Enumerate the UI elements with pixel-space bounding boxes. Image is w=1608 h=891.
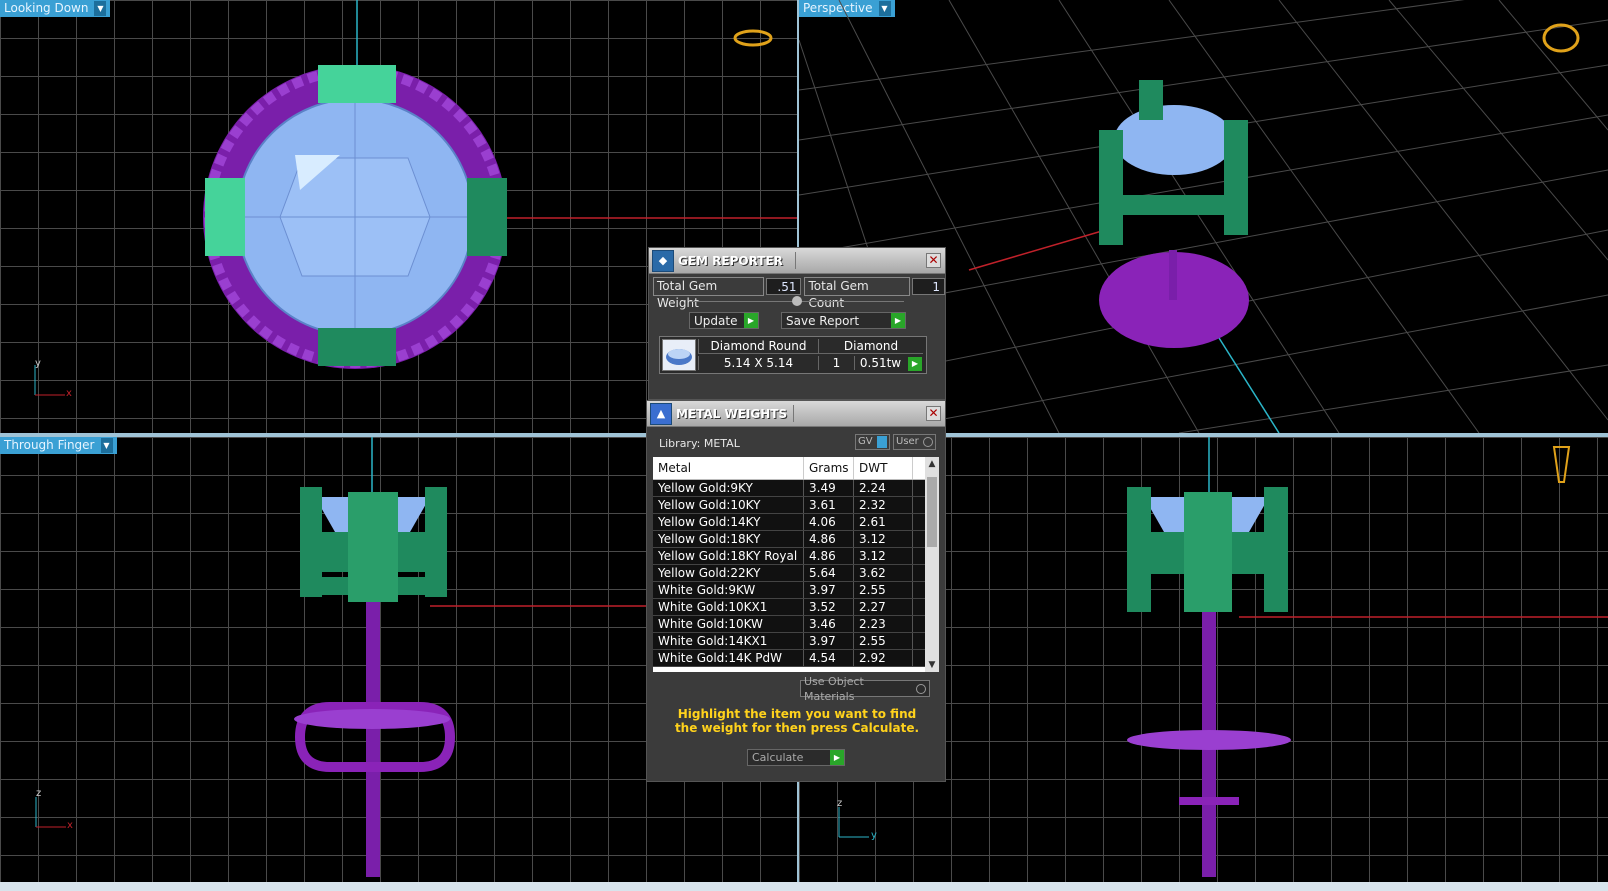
user-toggle[interactable]: User <box>893 434 936 450</box>
total-gem-count-field[interactable]: 1 <box>911 278 945 295</box>
table-header: Metal Grams DWT <box>653 457 939 480</box>
radio-icon <box>916 683 926 694</box>
play-icon: ▶ <box>891 313 905 328</box>
table-row[interactable]: Yellow Gold:14KY 4.06 2.61 <box>653 514 939 531</box>
gem-count: 1 <box>818 356 854 370</box>
metal-weights-table[interactable]: Metal Grams DWT Yellow Gold:9KY 3.49 2.24 … <box>653 457 939 672</box>
scroll-down-icon[interactable]: ▼ <box>925 658 939 672</box>
gem-thumbnail-icon <box>662 339 696 371</box>
total-gem-weight-label: Total Gem Weight <box>653 277 765 310</box>
calculate-hint: Highlight the item you want to find the … <box>674 707 920 735</box>
save-report-button[interactable]: Save Report ▶ <box>781 312 906 329</box>
table-row[interactable]: White Gold:14K PdW 4.54 2.92 <box>653 650 939 667</box>
axis-y-label: y <box>871 830 877 841</box>
gv-toggle[interactable]: GV <box>855 434 890 450</box>
table-row[interactable]: White Gold:10KW 3.46 2.23 <box>653 616 939 633</box>
gem-go-icon[interactable]: ▶ <box>908 357 922 371</box>
column-header-metal[interactable]: Metal <box>653 457 804 479</box>
close-icon[interactable]: ✕ <box>926 406 941 421</box>
axis-z-label: z <box>837 798 843 809</box>
close-icon[interactable]: ✕ <box>926 253 941 268</box>
status-strip <box>0 882 1608 891</box>
table-row[interactable]: Yellow Gold:18KY 4.86 3.12 <box>653 531 939 548</box>
gem-reporter-panel: ◆ GEM REPORTER ✕ Total Gem Weight .51 To… <box>648 247 946 400</box>
total-gem-count-label: Total Gem Count <box>804 277 910 310</box>
metal-weights-panel: ▲ METAL WEIGHTS ✕ Library: METAL GV User… <box>646 400 946 782</box>
gem-size: 5.14 X 5.14 <box>698 356 818 370</box>
gem-reporter-titlebar[interactable]: ◆ GEM REPORTER ✕ <box>649 248 945 274</box>
info-icon <box>876 436 887 448</box>
table-row[interactable]: Yellow Gold:10KY 3.61 2.32 <box>653 497 939 514</box>
table-row[interactable]: White Gold:14KX1 3.97 2.55 <box>653 633 939 650</box>
radio-icon <box>922 437 933 447</box>
table-row[interactable]: Yellow Gold:22KY 5.64 3.62 <box>653 565 939 582</box>
update-button[interactable]: Update ▶ <box>689 312 759 329</box>
metal-weights-titlebar[interactable]: ▲ METAL WEIGHTS ✕ <box>647 401 945 427</box>
axis-x-label: x <box>66 388 72 399</box>
scroll-up-icon[interactable]: ▲ <box>925 457 939 471</box>
metal-icon: ▲ <box>650 402 672 425</box>
play-icon: ▶ <box>744 313 758 328</box>
gem-totals-row: Total Gem Weight .51 Total Gem Count 1 <box>653 277 945 310</box>
gem-actions: Update ▶ Save Report ▶ <box>689 312 906 329</box>
total-gem-weight-field[interactable]: .51 <box>766 278 802 295</box>
play-icon: ▶ <box>830 750 844 765</box>
use-object-materials-toggle[interactable]: Use Object Materials <box>800 675 930 703</box>
library-label: Library: METAL <box>659 437 740 450</box>
table-row[interactable]: Yellow Gold:18KY Royal 4.86 3.12 <box>653 548 939 565</box>
gem-list-row[interactable]: Diamond Round Diamond 5.14 X 5.14 1 0.51… <box>659 336 927 374</box>
gem-weight: 0.51tw <box>854 356 906 370</box>
scroll-thumb[interactable] <box>927 477 937 547</box>
table-row[interactable]: White Gold:10KX1 3.52 2.27 <box>653 599 939 616</box>
axis-x-label: x <box>67 820 73 831</box>
table-row[interactable]: White Gold:9KW 3.97 2.55 <box>653 582 939 599</box>
column-header-dwt[interactable]: DWT <box>854 457 913 479</box>
column-header-grams[interactable]: Grams <box>804 457 854 479</box>
table-scrollbar[interactable]: ▲ ▼ <box>925 457 939 672</box>
metal-weights-title: METAL WEIGHTS <box>676 406 788 421</box>
gem-type: Diamond <box>818 339 923 354</box>
calculate-button[interactable]: Calculate ▶ <box>747 749 845 766</box>
axis-z-label: z <box>36 788 42 799</box>
axis-y-label: y <box>35 358 41 369</box>
gem-reporter-title: GEM REPORTER <box>678 253 783 268</box>
gem-icon: ◆ <box>652 249 674 272</box>
splitter-handle-icon[interactable] <box>792 296 802 306</box>
gem-shape: Diamond Round <box>698 339 818 354</box>
table-row[interactable]: Yellow Gold:9KY 3.49 2.24 <box>653 480 939 497</box>
